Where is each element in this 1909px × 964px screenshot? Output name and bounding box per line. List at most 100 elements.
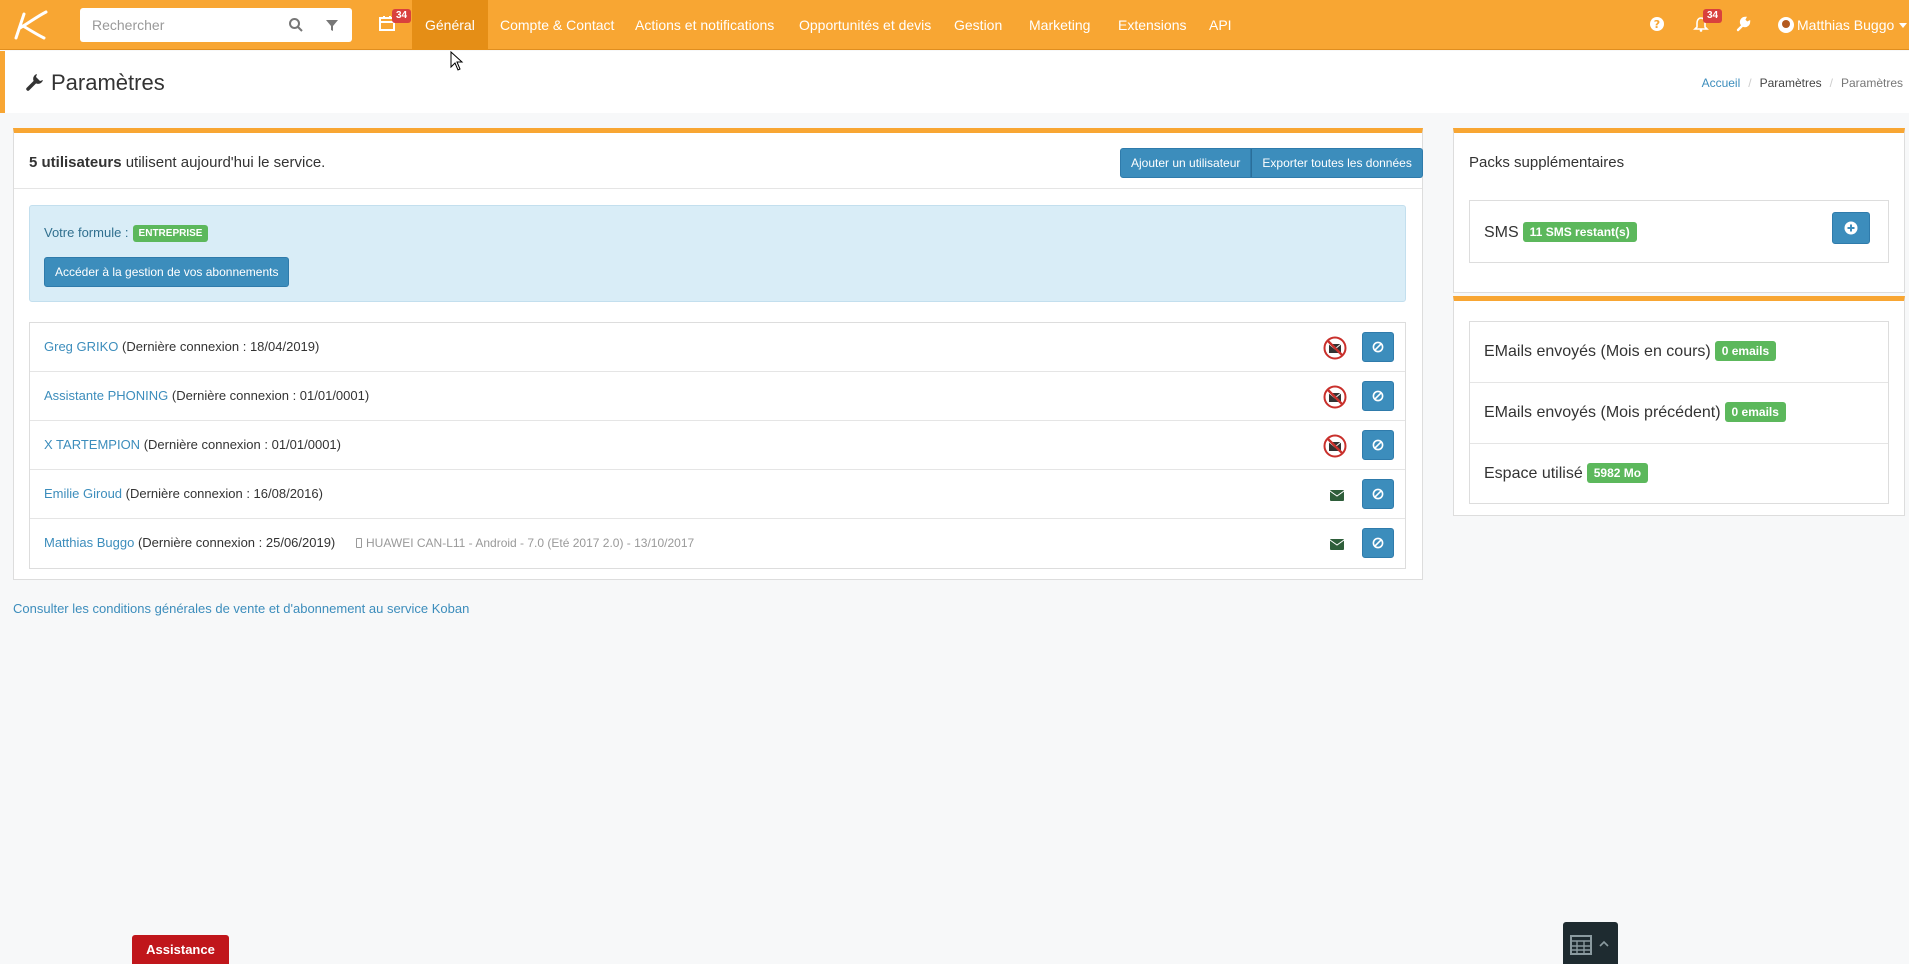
user-row: Greg GRIKO (Dernière connexion : 18/04/2… — [30, 323, 1405, 372]
add-sms-button[interactable] — [1832, 212, 1870, 244]
stat-label: EMails envoyés (Mois précédent) — [1484, 404, 1721, 421]
wrench-icon — [26, 74, 43, 91]
mail-disabled-icon[interactable] — [1323, 385, 1347, 413]
user-info: X TARTEMPION (Dernière connexion : 01/01… — [44, 437, 341, 452]
users-panel-header: 5 utilisateurs utilisent aujourd'hui le … — [14, 133, 1423, 189]
koban-logo[interactable] — [10, 8, 50, 42]
last-login: (Dernière connexion : 01/01/0001) — [143, 437, 341, 452]
user-info: Emilie Giroud (Dernière connexion : 16/0… — [44, 486, 323, 501]
ban-icon — [1372, 537, 1384, 549]
formule-label: Votre formule : — [44, 225, 129, 240]
mail-disabled-icon[interactable] — [1323, 336, 1347, 364]
search-input[interactable]: Rechercher — [92, 17, 164, 33]
user-list: Greg GRIKO (Dernière connexion : 18/04/2… — [29, 322, 1406, 569]
help-icon[interactable]: ? — [1649, 16, 1667, 34]
nav-opportunites-devis[interactable]: Opportunités et devis — [786, 0, 944, 50]
filter-icon[interactable] — [324, 17, 340, 33]
user-link[interactable]: X TARTEMPION — [44, 437, 140, 452]
formule-badge: ENTREPRISE — [132, 225, 209, 242]
page-title: Paramètres — [25, 70, 165, 96]
export-data-button[interactable]: Exporter toutes les données — [1251, 148, 1423, 178]
chevron-up-icon — [1599, 940, 1609, 947]
user-info: Assistante PHONING (Dernière connexion :… — [44, 388, 369, 403]
user-link[interactable]: Matthias Buggo — [44, 535, 134, 550]
nav-api[interactable]: API — [1196, 0, 1245, 50]
envelope-icon[interactable] — [1329, 537, 1345, 554]
svg-text:?: ? — [1654, 18, 1660, 31]
ban-icon — [1372, 488, 1384, 500]
ban-icon — [1372, 341, 1384, 353]
last-login: (Dernière connexion : 18/04/2019) — [122, 339, 320, 354]
wrench-icon[interactable] — [1735, 16, 1753, 34]
stat-row: EMails envoyés (Mois en cours) 0 emails — [1470, 322, 1888, 383]
calendar-widget[interactable] — [1563, 922, 1618, 964]
calendar-badge: 34 — [392, 9, 412, 23]
nav-general[interactable]: Général — [412, 0, 488, 50]
user-link[interactable]: Emilie Giroud — [44, 486, 122, 501]
usage-stats-panel: EMails envoyés (Mois en cours) 0 emails E… — [1453, 296, 1905, 516]
page-title-text: Paramètres — [51, 70, 165, 95]
block-user-button[interactable] — [1362, 528, 1394, 558]
sms-info: SMS 11 SMS restant(s) — [1484, 222, 1637, 242]
notifications-badge: 34 — [1703, 9, 1723, 23]
packs-title: Packs supplémentaires — [1469, 154, 1625, 171]
usage-stats-list: EMails envoyés (Mois en cours) 0 emails E… — [1469, 321, 1889, 504]
manage-subscriptions-button[interactable]: Accéder à la gestion de vos abonnements — [44, 257, 290, 287]
last-login: (Dernière connexion : 16/08/2016) — [125, 486, 323, 501]
plus-circle-icon — [1844, 221, 1858, 235]
nav-gestion[interactable]: Gestion — [941, 0, 1015, 50]
avatar — [1778, 17, 1794, 33]
users-actions: Ajouter un utilisateur Exporter toutes l… — [1120, 148, 1423, 178]
block-user-button[interactable] — [1362, 430, 1394, 460]
user-row: Assistante PHONING (Dernière connexion :… — [30, 372, 1405, 421]
user-row: Matthias Buggo (Dernière connexion : 25/… — [30, 519, 1405, 568]
breadcrumb-item[interactable]: Paramètres — [1760, 76, 1822, 90]
mail-disabled-icon[interactable] — [1323, 434, 1347, 462]
user-link[interactable]: Greg GRIKO — [44, 339, 118, 354]
users-count-text: utilisent aujourd'hui le service. — [121, 154, 326, 171]
user-row: X TARTEMPION (Dernière connexion : 01/01… — [30, 421, 1405, 470]
search-icon[interactable] — [288, 17, 304, 33]
stat-item: Espace utilisé 5982 Mo — [1484, 463, 1649, 483]
last-login: (Dernière connexion : 25/06/2019) — [137, 535, 336, 550]
envelope-icon[interactable] — [1329, 488, 1345, 505]
last-login: (Dernière connexion : 01/01/0001) — [171, 388, 370, 403]
user-menu[interactable]: Matthias Buggo — [1778, 0, 1908, 50]
mobile-icon — [356, 538, 362, 548]
nav-compte-contact[interactable]: Compte & Contact — [487, 0, 627, 50]
breadcrumb-home[interactable]: Accueil — [1702, 76, 1741, 90]
packs-panel: Packs supplémentaires SMS 11 SMS restant(… — [1453, 128, 1905, 293]
assistance-button[interactable]: Assistance — [132, 935, 229, 964]
sms-pack: SMS 11 SMS restant(s) — [1469, 200, 1889, 263]
cgv-link[interactable]: Consulter les conditions générales de ve… — [13, 601, 469, 616]
sms-label: SMS — [1484, 224, 1519, 241]
chevron-down-icon — [1899, 23, 1908, 28]
block-user-button[interactable] — [1362, 479, 1394, 509]
search-box[interactable]: Rechercher — [80, 8, 352, 42]
nav-actions-notifications[interactable]: Actions et notifications — [622, 0, 787, 50]
ban-icon — [1372, 390, 1384, 402]
users-count: 5 utilisateurs utilisent aujourd'hui le … — [29, 154, 325, 171]
stat-item: EMails envoyés (Mois précédent) 0 emails — [1484, 402, 1786, 422]
add-user-button[interactable]: Ajouter un utilisateur — [1120, 148, 1252, 178]
block-user-button[interactable] — [1362, 381, 1394, 411]
stat-label: EMails envoyés (Mois en cours) — [1484, 343, 1711, 360]
formule-info: Votre formule : ENTREPRISE — [44, 225, 209, 242]
stat-badge: 0 emails — [1724, 402, 1786, 422]
stat-label: Espace utilisé — [1484, 465, 1583, 482]
calendar-icon — [1570, 935, 1592, 955]
user-info: Matthias Buggo (Dernière connexion : 25/… — [44, 535, 335, 550]
nav-marketing[interactable]: Marketing — [1016, 0, 1103, 50]
user-link[interactable]: Assistante PHONING — [44, 388, 168, 403]
breadcrumb: Accueil / Paramètres / Paramètres — [1701, 76, 1903, 90]
user-name: Matthias Buggo — [1797, 17, 1895, 33]
subscription-callout: Votre formule : ENTREPRISE Accéder à la g… — [29, 205, 1406, 302]
page-header: Paramètres Accueil / Paramètres / Paramètres — [0, 51, 1909, 113]
device-text: HUAWEI CAN-L11 - Android - 7.0 (Eté 2017… — [366, 536, 695, 550]
block-user-button[interactable] — [1362, 332, 1394, 362]
users-panel: 5 utilisateurs utilisent aujourd'hui le … — [13, 128, 1423, 580]
user-row: Emilie Giroud (Dernière connexion : 16/0… — [30, 470, 1405, 519]
breadcrumb-current: Paramètres — [1840, 76, 1903, 90]
users-count-number: 5 utilisateurs — [29, 154, 122, 171]
nav-extensions[interactable]: Extensions — [1105, 0, 1199, 50]
